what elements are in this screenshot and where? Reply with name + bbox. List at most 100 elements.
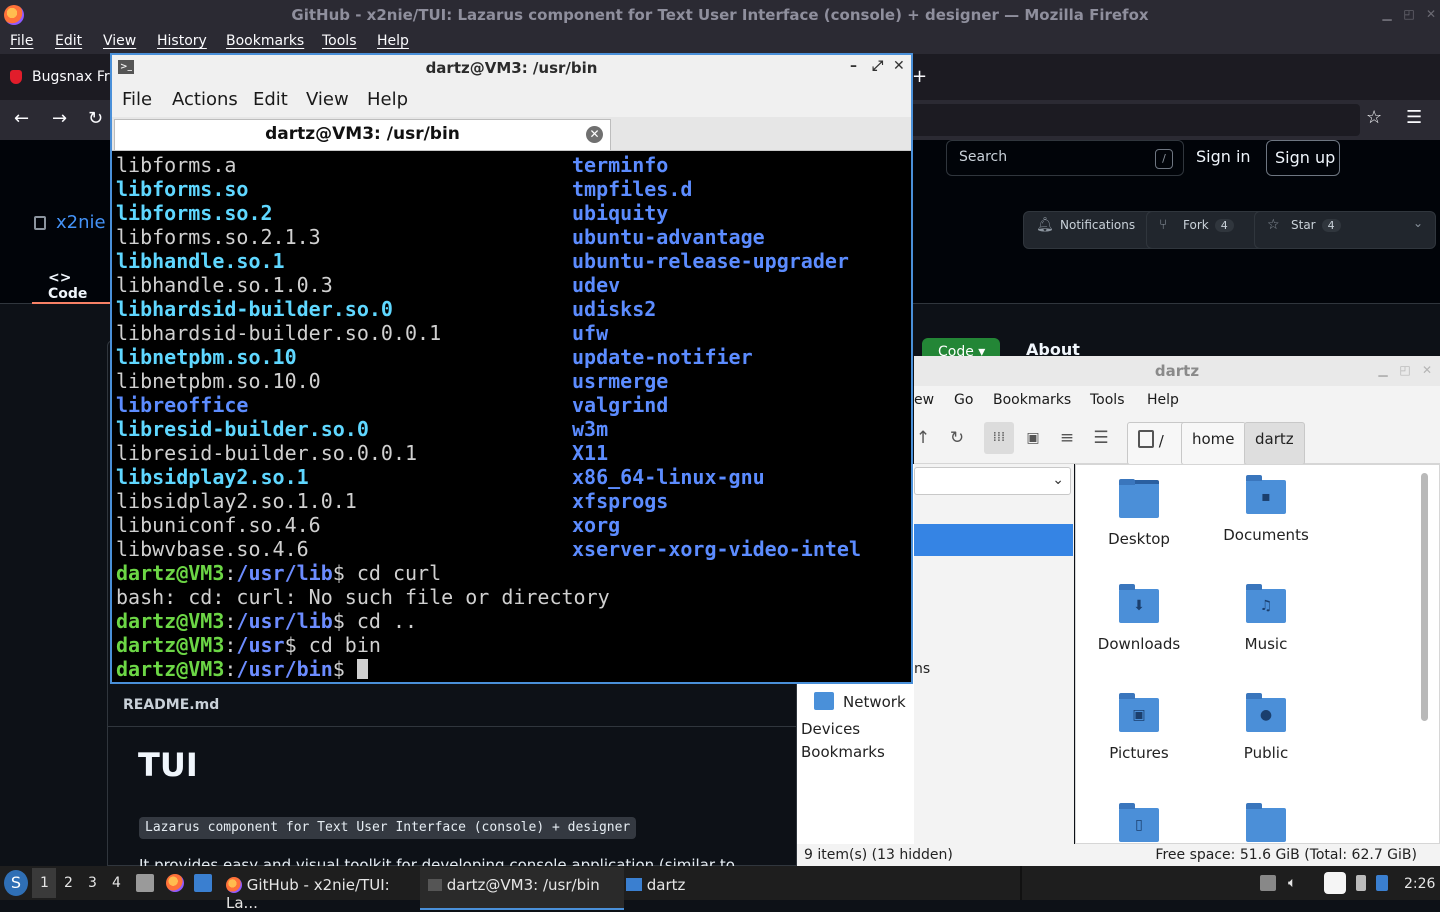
sign-up-button[interactable]: Sign up	[1266, 140, 1340, 176]
desktop-switch-4[interactable]: 4	[112, 875, 121, 891]
prompt-sigil: $	[332, 609, 357, 633]
sidepane-bookmarks-heading[interactable]: Bookmarks	[801, 743, 885, 761]
folder-item-downloads[interactable]: ⬇ Downloads	[1079, 584, 1199, 653]
term-menu-view[interactable]: View	[306, 89, 349, 110]
icon-view-icon[interactable]: ⁞⁞⁞	[984, 422, 1014, 454]
menu-view[interactable]: View	[103, 33, 136, 49]
task-filemanager[interactable]: dartz	[626, 867, 746, 908]
url-bar[interactable]	[900, 104, 1360, 136]
fm-menu-bookmarks[interactable]: Bookmarks	[993, 392, 1071, 408]
sidepane-item-network[interactable]: Network	[843, 693, 906, 711]
maximize-icon[interactable]: ⤢	[872, 58, 883, 74]
listing-entry-text: libreoffice	[116, 393, 249, 417]
minimize-icon[interactable]: –	[850, 58, 857, 74]
update-notifier-icon[interactable]	[1376, 875, 1388, 891]
refresh-icon[interactable]: ↻	[942, 422, 972, 454]
folder-label: Documents	[1223, 526, 1309, 544]
fm-menu-go[interactable]: Go	[954, 392, 973, 408]
forward-icon[interactable]: →	[52, 108, 67, 129]
tray-app-icon[interactable]	[1260, 875, 1276, 891]
battery-icon[interactable]	[1356, 875, 1366, 891]
file-manager-launcher-icon[interactable]	[136, 874, 154, 892]
browser-tab[interactable]: Bugsnax Fre	[0, 56, 120, 98]
folder-item-templates[interactable]: ▯	[1079, 803, 1199, 842]
menu-tools[interactable]: Tools	[322, 33, 357, 49]
menu-help[interactable]: Help	[377, 33, 409, 49]
firefox-launcher-icon[interactable]	[166, 874, 184, 892]
task-label: GitHub - x2nie/TUI: La...	[226, 876, 390, 912]
tab-code[interactable]: <> Code	[32, 256, 110, 304]
thumbnail-view-icon[interactable]: ▣	[1018, 422, 1048, 454]
desktop-switch-3[interactable]: 3	[88, 875, 97, 891]
desktop-switch-1[interactable]: 1	[40, 875, 49, 891]
folder-item-desktop[interactable]: Desktop	[1079, 479, 1199, 548]
fm-menu-view[interactable]: ew	[914, 392, 934, 408]
repo-owner-link[interactable]: x2nie	[56, 212, 106, 233]
fm-maximize-icon[interactable]: ◰	[1398, 363, 1412, 377]
term-menu-file[interactable]: File	[122, 89, 152, 110]
compact-view-icon[interactable]: ≡	[1052, 422, 1082, 454]
listing-entry-text: libresid-builder.so.0.0.1	[116, 441, 418, 465]
terminal-output[interactable]: libforms.a libforms.so libforms.so.2 libfor…	[114, 151, 909, 682]
listing-entry-text: libnetpbm.so.10	[116, 345, 297, 369]
sign-in-link[interactable]: Sign in	[1196, 140, 1251, 176]
listing-entry-text: usrmerge	[572, 369, 669, 393]
star-dropdown-icon[interactable]: ⌄	[1413, 216, 1423, 230]
folder-view-scrollbar[interactable]	[1421, 473, 1428, 721]
new-tab-button[interactable]: +	[912, 66, 927, 87]
fm-menu-help[interactable]: Help	[1147, 392, 1179, 408]
terminal-listing-entry: libforms.so.2	[116, 201, 273, 225]
terminal-tab[interactable]: dartz@VM3: /usr/bin	[114, 119, 611, 150]
tab-close-icon[interactable]: ✕	[586, 126, 603, 143]
desktop-switch-2[interactable]: 2	[64, 875, 73, 891]
folder-item-documents[interactable]: ▪ Documents	[1206, 475, 1326, 544]
folder-item-public[interactable]: ● Public	[1206, 693, 1326, 762]
readme-filename[interactable]: README.md	[123, 697, 219, 713]
term-menu-help[interactable]: Help	[367, 89, 408, 110]
listing-entry-text: libforms.so.2	[116, 201, 273, 225]
path-home-button[interactable]: home	[1181, 422, 1246, 465]
prompt-user-host: dartz@VM3	[116, 633, 225, 657]
back-icon[interactable]: ←	[14, 108, 29, 129]
menu-file[interactable]: File	[10, 33, 33, 49]
prompt-command: cd ..	[356, 609, 418, 633]
menu-history[interactable]: History	[157, 33, 207, 49]
fm-minimize-icon[interactable]: ▁	[1376, 363, 1390, 377]
minimize-icon[interactable]: ▁	[1380, 7, 1394, 21]
start-menu-icon[interactable]: S	[4, 870, 28, 896]
sidepane-mode-select[interactable]: ⌄	[914, 467, 1071, 495]
github-search-input[interactable]: Search /	[946, 140, 1184, 176]
fm-close-icon[interactable]: ✕	[1420, 363, 1434, 377]
sidepane-item-partial[interactable]: ns	[914, 661, 930, 677]
prompt-user-host: dartz@VM3	[116, 657, 225, 681]
text-cursor	[356, 659, 368, 679]
bookmark-star-icon[interactable]: ☆	[1366, 107, 1382, 128]
detailed-list-icon[interactable]: ☰	[1086, 422, 1116, 454]
terminal-listing-entry: libforms.so	[116, 177, 248, 201]
task-terminal[interactable]: dartz@VM3: /usr/bin	[420, 867, 624, 910]
task-firefox[interactable]: GitHub - x2nie/TUI: La...	[226, 867, 416, 912]
fork-count: 4	[1214, 219, 1234, 232]
sidepane-devices-heading[interactable]: Devices	[801, 720, 860, 738]
star-button[interactable]: ☆ Star 4 ⌄	[1254, 211, 1436, 249]
menu-edit[interactable]: Edit	[55, 33, 82, 49]
folder-item-videos[interactable]	[1206, 803, 1326, 842]
terminal-listing-entry: xorg	[572, 513, 620, 537]
fm-menu-tools[interactable]: Tools	[1090, 392, 1125, 408]
app-menu-icon[interactable]: ☰	[1406, 107, 1422, 128]
close-icon[interactable]: ✕	[1424, 7, 1438, 21]
volume-icon[interactable]: 🔈︎	[1288, 875, 1304, 891]
term-menu-edit[interactable]: Edit	[253, 89, 288, 110]
maximize-icon[interactable]: ◰	[1402, 7, 1416, 21]
folder-item-pictures[interactable]: ▣ Pictures	[1079, 693, 1199, 762]
path-user-button[interactable]: dartz	[1244, 422, 1305, 465]
desktop-launcher-icon[interactable]	[194, 874, 212, 892]
term-menu-actions[interactable]: Actions	[172, 89, 238, 110]
menu-bookmarks[interactable]: Bookmarks	[226, 33, 304, 49]
reload-icon[interactable]: ↻	[88, 108, 103, 129]
clipboard-icon[interactable]	[1324, 872, 1346, 894]
close-icon[interactable]: ✕	[893, 58, 905, 74]
clock[interactable]: 2:26	[1404, 876, 1435, 892]
folder-item-music[interactable]: ♫ Music	[1206, 584, 1326, 653]
sidepane-selected-item[interactable]	[914, 524, 1073, 556]
